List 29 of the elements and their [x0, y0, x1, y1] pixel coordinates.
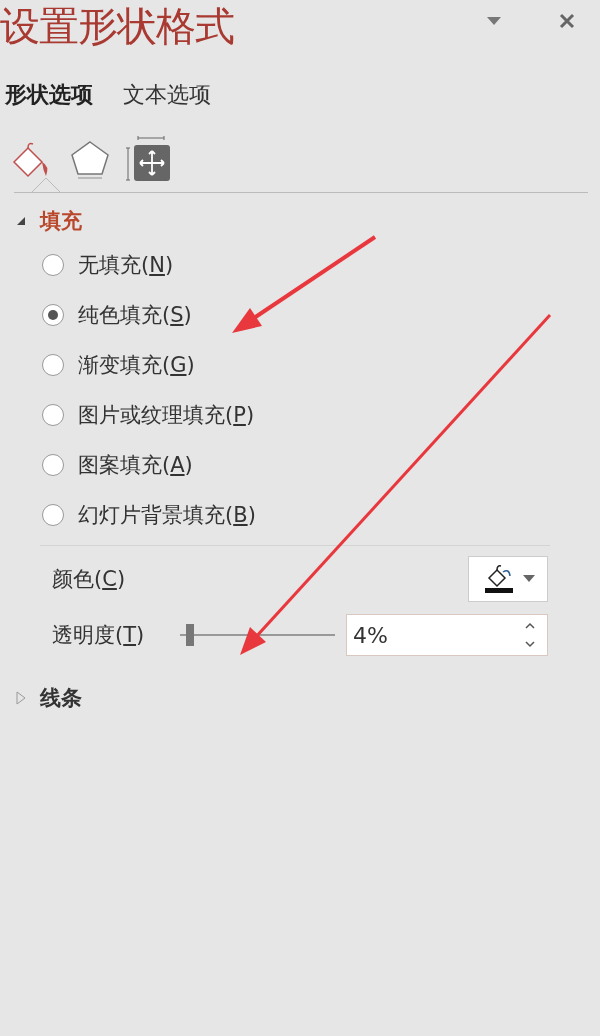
radio-button[interactable] [42, 504, 64, 526]
option-label[interactable]: 无填充(N) [78, 251, 174, 279]
radio-button[interactable] [42, 454, 64, 476]
close-icon[interactable] [559, 13, 575, 29]
spinner-arrows-icon[interactable] [523, 620, 537, 650]
tab[interactable]: 文本选项 [123, 80, 211, 110]
pentagon-icon[interactable] [68, 140, 112, 182]
tab[interactable]: 形状选项 [5, 80, 93, 110]
color-label: 颜色(C) [52, 566, 127, 593]
radio-button[interactable] [42, 254, 64, 276]
transparency-label: 透明度(T) [52, 622, 146, 649]
radio-button[interactable] [42, 404, 64, 426]
option-label[interactable]: 图片或纹理填充(P) [78, 401, 255, 429]
option-label[interactable]: 渐变填充(G) [78, 351, 195, 379]
transparency-input[interactable]: 4% [346, 614, 548, 656]
section-title[interactable]: 填充 [40, 207, 82, 235]
dropdown-icon [523, 575, 535, 583]
radio-button[interactable] [42, 354, 64, 376]
collapse-triangle-icon[interactable] [16, 216, 26, 226]
option-label[interactable]: 图案填充(A) [78, 451, 193, 479]
dropdown-icon[interactable] [487, 17, 501, 25]
section-title[interactable]: 线条 [40, 684, 82, 712]
color-picker-button[interactable] [468, 556, 548, 602]
radio-button[interactable] [42, 304, 64, 326]
pane-title: 设置形状格式 [0, 1, 234, 51]
option-label[interactable]: 纯色填充(S) [78, 301, 192, 329]
option-label[interactable]: 幻灯片背景填充(B) [78, 501, 256, 529]
expand-triangle-icon[interactable] [16, 691, 26, 705]
slider-thumb[interactable] [185, 624, 194, 646]
